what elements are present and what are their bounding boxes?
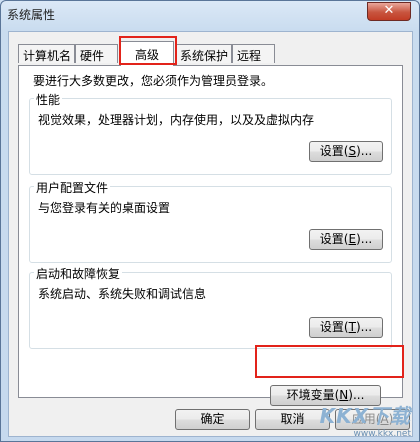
window-title: 系统属性 bbox=[7, 8, 56, 22]
tab-system-protection[interactable]: 系统保护 bbox=[175, 44, 232, 63]
watermark-logo: KKX下载 bbox=[319, 404, 411, 428]
ok-button[interactable]: 确定 bbox=[175, 409, 250, 430]
user-profiles-title: 用户配置文件 bbox=[34, 179, 111, 196]
startup-recovery-group: 启动和故障恢复 系统启动、系统失败和调试信息 设置(T)... bbox=[29, 265, 392, 349]
tab-remote[interactable]: 远程 bbox=[232, 44, 275, 63]
watermark-url: www.kkx.net bbox=[353, 429, 412, 439]
tab-computer-name[interactable]: 计算机名 bbox=[18, 44, 75, 63]
site-watermark: KKX下载 www.kkx.net bbox=[320, 400, 411, 439]
close-button[interactable]: ✕ bbox=[367, 2, 411, 21]
tab-hardware[interactable]: 硬件 bbox=[75, 44, 118, 63]
close-icon: ✕ bbox=[383, 3, 395, 18]
startup-recovery-description: 系统启动、系统失败和调试信息 bbox=[38, 287, 207, 301]
startup-recovery-settings-button[interactable]: 设置(T)... bbox=[309, 317, 383, 338]
performance-description: 视觉效果，处理器计划，内存使用，以及及虚拟内存 bbox=[38, 113, 315, 127]
user-profiles-group: 用户配置文件 与您登录有关的桌面设置 设置(E)... bbox=[29, 179, 392, 263]
user-profiles-description: 与您登录有关的桌面设置 bbox=[38, 201, 171, 215]
tab-advanced-highlight bbox=[119, 36, 177, 65]
performance-title: 性能 bbox=[34, 91, 63, 108]
dialog-client-area: 计算机名 硬件 高级 系统保护 远程 要进行大多数更改，您必须作为管理员登录。 … bbox=[8, 31, 413, 437]
performance-group: 性能 视觉效果，处理器计划，内存使用，以及及虚拟内存 设置(S)... bbox=[29, 91, 392, 175]
startup-recovery-title: 启动和故障恢复 bbox=[34, 265, 123, 282]
admin-notice: 要进行大多数更改，您必须作为管理员登录。 bbox=[33, 74, 274, 88]
performance-settings-button[interactable]: 设置(S)... bbox=[309, 141, 383, 162]
environment-variables-highlight bbox=[255, 345, 404, 378]
system-properties-window: 系统属性 ✕ 计算机名 硬件 高级 系统保护 远程 要进行大多数更改，您必须作为… bbox=[0, 0, 420, 442]
user-profiles-settings-button[interactable]: 设置(E)... bbox=[309, 229, 383, 250]
